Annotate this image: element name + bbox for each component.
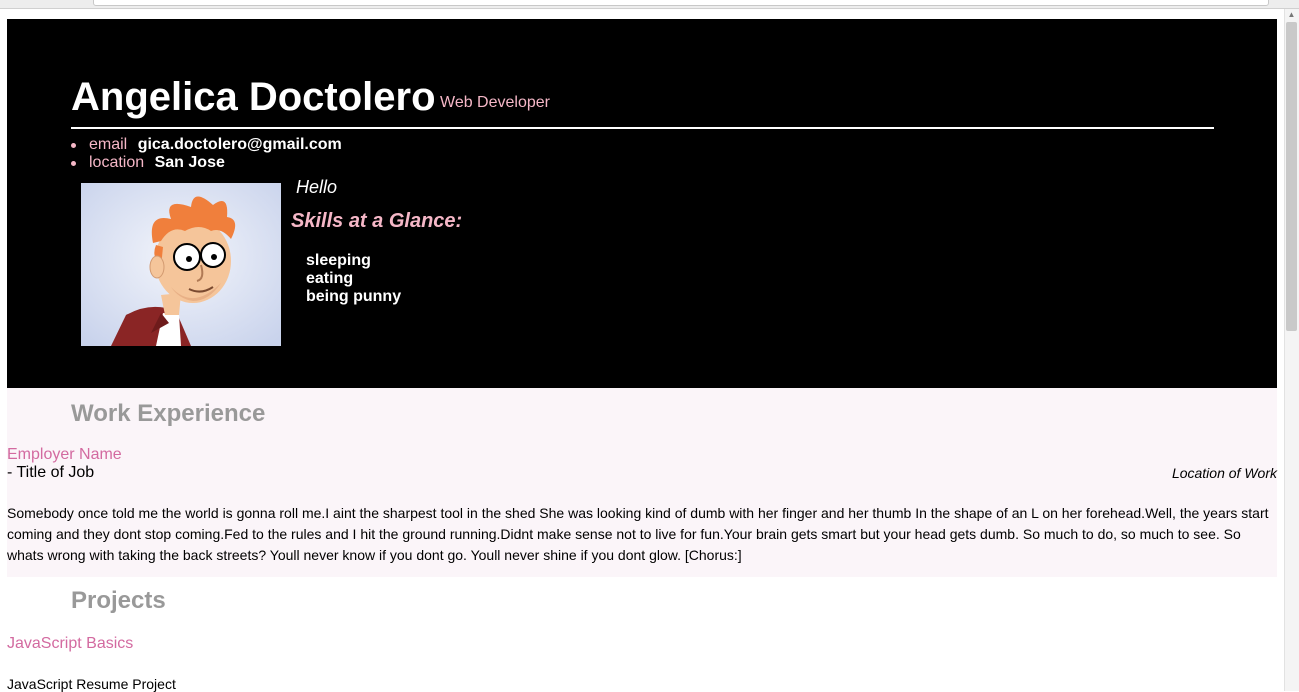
section-title: Work Experience xyxy=(71,400,266,427)
job-title: - Title of Job xyxy=(7,464,95,481)
job-location: Location of Work xyxy=(1171,465,1277,481)
project-description: JavaScript Resume Project xyxy=(7,676,176,692)
project-link[interactable]: JavaScript Basics xyxy=(7,635,133,653)
cartoon-portrait-icon xyxy=(81,183,281,346)
scroll-up-arrow-icon[interactable]: ▲ xyxy=(1286,10,1297,20)
contact-value: gica.doctolero@gmail.com xyxy=(137,136,342,153)
skills-list: sleeping eating being punny xyxy=(306,252,401,306)
job-description: Somebody once told me the world is gonna… xyxy=(7,505,1269,563)
avatar xyxy=(81,183,281,346)
section-title: Projects xyxy=(71,587,166,614)
contact-value: San Jose xyxy=(154,154,225,171)
profile-name: Angelica Doctolero xyxy=(71,75,436,119)
work-experience-section: Work Experience Employer Name - Title of… xyxy=(7,388,1277,577)
header-divider xyxy=(71,127,1214,129)
contact-location: location San Jose xyxy=(71,154,342,172)
skill-item: being punny xyxy=(306,288,402,305)
projects-section: Projects JavaScript Basics JavaScript Re… xyxy=(7,577,1277,692)
skill-item: eating xyxy=(306,270,354,287)
welcome-message: Hello xyxy=(296,177,338,197)
contact-label: email xyxy=(89,136,128,153)
contact-email: email gica.doctolero@gmail.com xyxy=(71,136,342,154)
header: Angelica Doctolero Web Developer email g… xyxy=(7,19,1277,388)
scrollbar-thumb[interactable] xyxy=(1286,22,1297,331)
contact-list: email gica.doctolero@gmail.com location … xyxy=(71,136,342,172)
bullet-icon xyxy=(71,143,76,148)
bullet-icon xyxy=(71,161,76,166)
skills-title: Skills at a Glance: xyxy=(291,210,463,232)
profile-role: Web Developer xyxy=(440,94,550,111)
contact-label: location xyxy=(89,154,145,171)
employer-link[interactable]: Employer Name xyxy=(7,446,122,464)
address-bar[interactable] xyxy=(93,0,1269,6)
skill-item: sleeping xyxy=(306,252,371,269)
